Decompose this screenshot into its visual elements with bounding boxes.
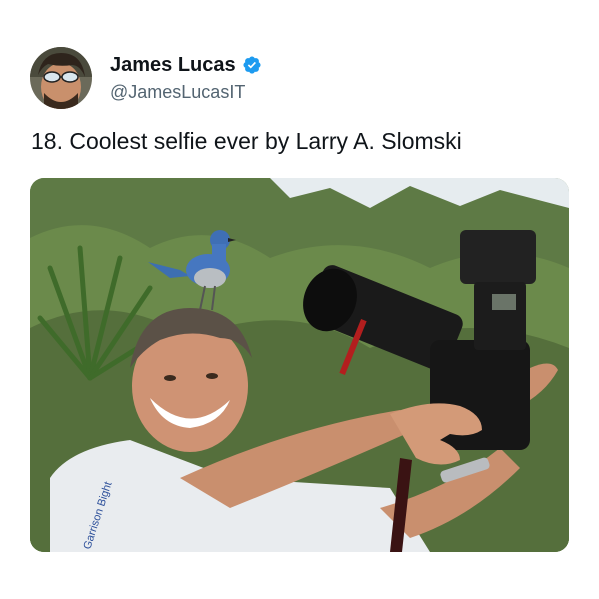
author-name-row: James Lucas (110, 53, 262, 77)
tweet-header: James Lucas @JamesLucasIT (30, 46, 262, 110)
verified-badge-icon (242, 55, 262, 75)
tweet-photo[interactable]: Garrison Bight (30, 178, 569, 552)
tweet-card: James Lucas @JamesLucasIT 18. Coolest se… (0, 0, 599, 599)
selfie-photo: Garrison Bight (30, 178, 569, 552)
author-display-name[interactable]: James Lucas (110, 53, 236, 77)
author-handle[interactable]: @JamesLucasIT (110, 81, 262, 103)
avatar[interactable] (30, 47, 92, 109)
author-identity: James Lucas @JamesLucasIT (110, 53, 262, 103)
tweet-text: 18. Coolest selfie ever by Larry A. Slom… (31, 128, 462, 154)
avatar-photo (30, 47, 92, 109)
